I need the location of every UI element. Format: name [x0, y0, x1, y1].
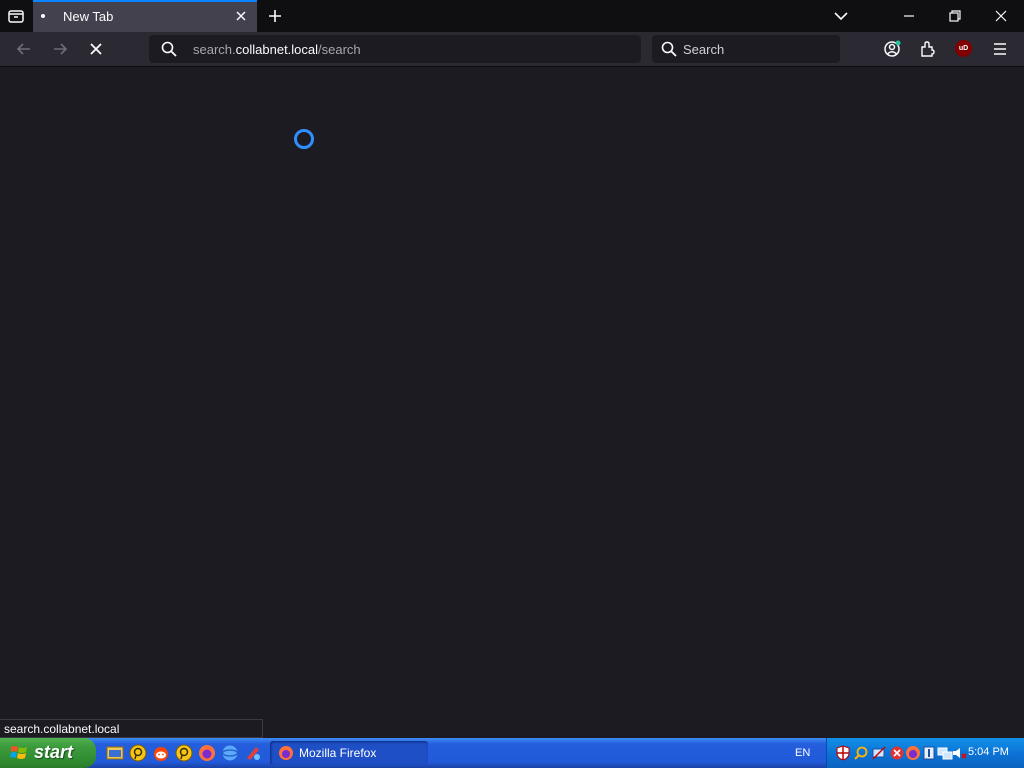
search-icon: [161, 41, 177, 57]
url-subdomain: search.: [193, 42, 236, 57]
tab-new-tab[interactable]: New Tab: [33, 0, 257, 32]
tab-title: New Tab: [63, 9, 114, 24]
taskbar: start Mozilla Firefox EN 5:04 PM: [0, 738, 1024, 768]
stop-loading-icon[interactable]: [86, 39, 106, 59]
search-icon[interactable]: [853, 745, 869, 761]
safely-remove-hardware-icon[interactable]: [921, 745, 937, 761]
url-path: /search: [318, 42, 361, 57]
forward-arrow-icon[interactable]: [50, 39, 70, 59]
search-placeholder: Search: [683, 42, 725, 57]
chat-app-icon[interactable]: [129, 744, 147, 762]
minimize-icon[interactable]: [899, 6, 919, 26]
reddit-icon[interactable]: [152, 744, 170, 762]
search-bar[interactable]: Search: [652, 35, 840, 63]
firefox-icon: [278, 745, 294, 761]
loading-spinner-icon: [294, 129, 314, 149]
status-bar: search.collabnet.local: [0, 719, 263, 738]
taskbar-item-firefox[interactable]: Mozilla Firefox: [270, 741, 428, 765]
account-icon[interactable]: [882, 39, 902, 59]
url-text[interactable]: search.collabnet.local/search: [193, 42, 361, 57]
restore-icon[interactable]: [945, 6, 965, 26]
page-content: [0, 67, 1024, 738]
chat-app-icon[interactable]: [175, 744, 193, 762]
tab-loading-dot-icon: [41, 14, 45, 18]
url-host: collabnet.local: [235, 42, 319, 57]
search-icon: [661, 41, 677, 57]
volume-muted-icon[interactable]: [951, 745, 967, 761]
list-all-tabs-chevron-down-icon[interactable]: [831, 6, 851, 26]
new-tab-plus-icon[interactable]: [265, 6, 285, 26]
start-label: start: [34, 742, 74, 762]
tab-strip: New Tab: [0, 0, 1024, 32]
alert-icon[interactable]: [889, 745, 905, 761]
back-arrow-icon[interactable]: [14, 39, 34, 59]
clock[interactable]: 5:04 PM: [968, 746, 1009, 758]
security-shield-icon[interactable]: [835, 745, 851, 761]
file-manager-icon[interactable]: [106, 744, 124, 762]
ublock-origin-icon[interactable]: uD: [955, 40, 972, 57]
firefox-icon[interactable]: [905, 745, 921, 761]
start-button[interactable]: start: [0, 738, 96, 768]
close-tab-icon[interactable]: [233, 8, 249, 24]
language-indicator[interactable]: EN: [795, 747, 810, 759]
address-bar[interactable]: search.collabnet.local/search: [149, 35, 641, 63]
app-launcher-icon[interactable]: [244, 744, 262, 762]
network-disabled-icon[interactable]: [871, 745, 887, 761]
close-window-icon[interactable]: [991, 6, 1011, 26]
nav-toolbar: search.collabnet.local/search Search: [0, 32, 1024, 67]
windows-flag-icon: [9, 743, 29, 763]
firefox-icon[interactable]: [198, 744, 216, 762]
browser-icon[interactable]: [221, 744, 239, 762]
system-tray: 5:04 PM: [826, 738, 1024, 768]
taskbar-item-label: Mozilla Firefox: [299, 746, 377, 760]
tab-list-icon[interactable]: [6, 6, 26, 26]
menu-hamburger-icon[interactable]: [990, 39, 1010, 59]
extensions-puzzle-icon[interactable]: [918, 39, 938, 59]
